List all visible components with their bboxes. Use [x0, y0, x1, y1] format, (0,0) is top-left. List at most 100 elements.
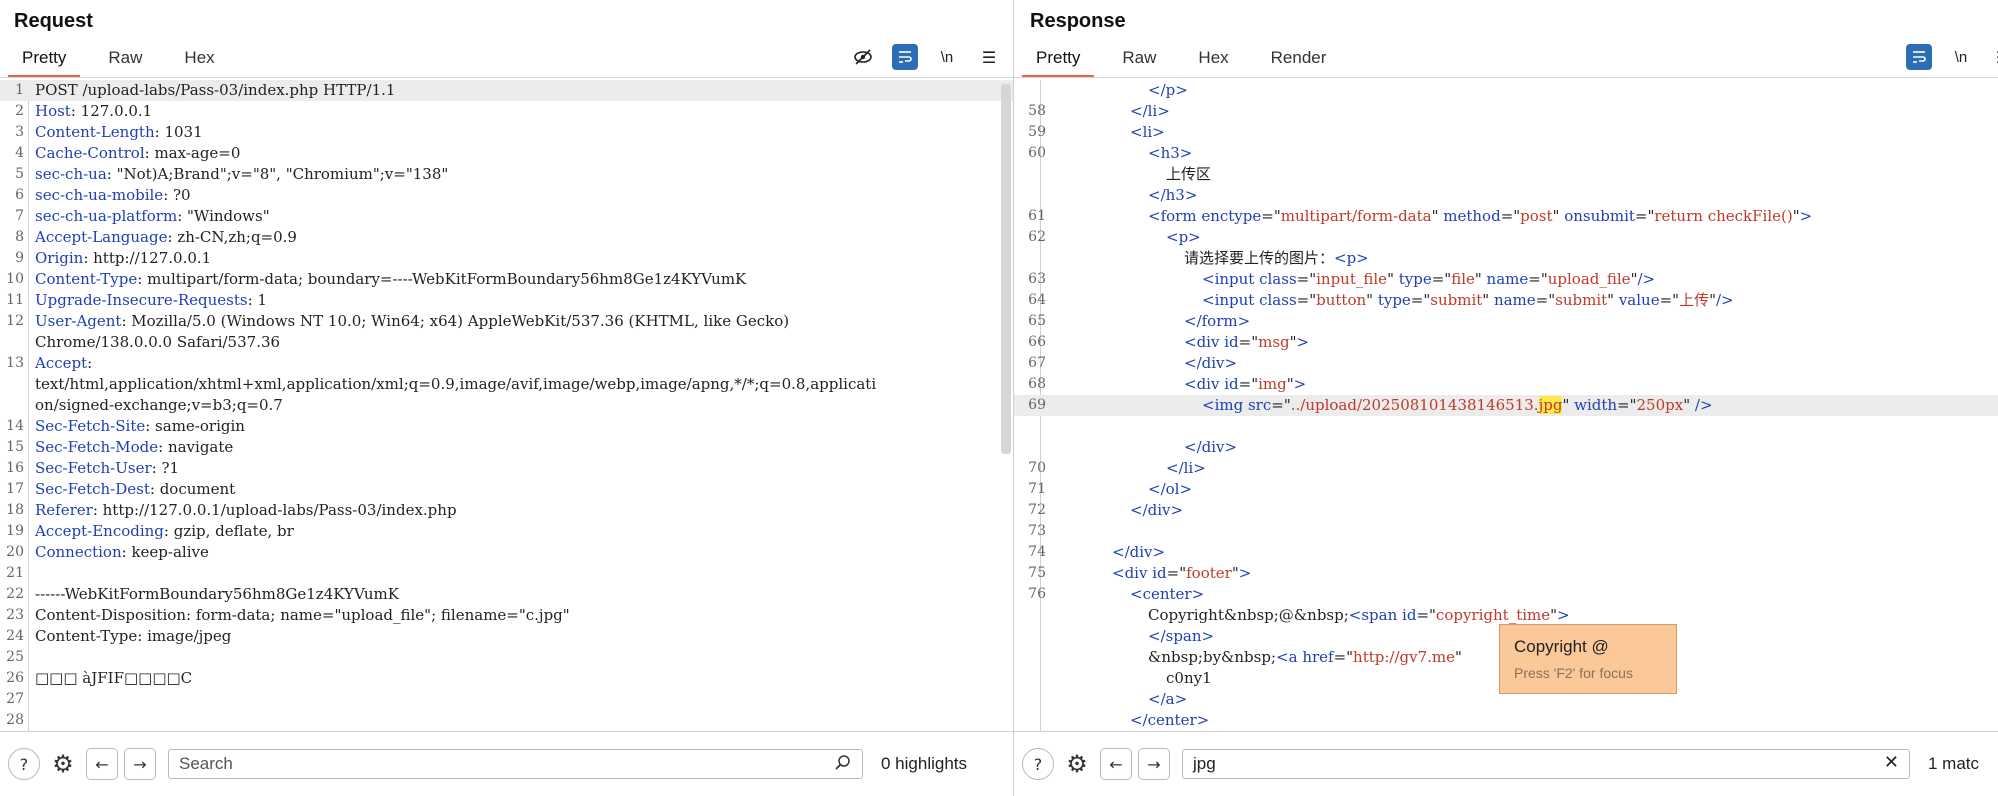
- line-text: </div>: [1112, 543, 1166, 561]
- request-line: 11 Upgrade-Insecure-Requests: 1: [0, 290, 1013, 311]
- line-number: 7: [15, 208, 24, 224]
- next-arrow-icon[interactable]: →: [124, 748, 156, 780]
- line-number: 72: [1028, 502, 1046, 518]
- response-line: 76 <center>: [1014, 584, 1998, 605]
- line-text: <div id="img">: [1184, 375, 1307, 393]
- menu-icon[interactable]: ☰: [1990, 44, 1998, 70]
- header-key: Sec-Fetch-Dest: [35, 480, 150, 498]
- response-line: </center>: [1014, 710, 1998, 731]
- header-value: : Mozilla/5.0 (Windows NT 10.0; Win64; x…: [121, 312, 790, 330]
- header-key: Accept-Encoding: [35, 522, 164, 540]
- word-wrap-icon[interactable]: [1906, 44, 1932, 70]
- settings-gear-icon[interactable]: ⚙: [48, 749, 78, 779]
- line-number: 11: [6, 292, 24, 308]
- line-number: 27: [6, 691, 24, 707]
- response-line: 73: [1014, 521, 1998, 542]
- response-line: 65 </form>: [1014, 311, 1998, 332]
- request-line: 6 sec-ch-ua-mobile: ?0: [0, 185, 1013, 206]
- request-line: on/signed-exchange;v=b3;q=0.7: [0, 395, 1013, 416]
- line-number: 61: [1028, 208, 1046, 224]
- request-tabs: Pretty Raw Hex: [8, 46, 243, 78]
- line-text: Content-Disposition: form-data; name="up…: [35, 606, 570, 624]
- line-text: ------WebKitFormBoundary56hm8Ge1z4KYVumK: [35, 585, 399, 603]
- newline-toggle-icon[interactable]: \n: [934, 44, 960, 70]
- line-text: Content-Length: 1031: [35, 122, 203, 143]
- header-key: Sec-Fetch-Mode: [35, 438, 159, 456]
- header-value: : ?1: [151, 459, 180, 477]
- response-tab-render[interactable]: Render: [1257, 46, 1341, 74]
- response-search-input[interactable]: jpg ✕: [1182, 749, 1910, 779]
- line-number: 23: [6, 607, 24, 623]
- request-line: 19 Accept-Encoding: gzip, deflate, br: [0, 521, 1013, 542]
- request-line: 17 Sec-Fetch-Dest: document: [0, 479, 1013, 500]
- word-wrap-icon[interactable]: [892, 44, 918, 70]
- line-text: Upgrade-Insecure-Requests: 1: [35, 290, 267, 311]
- line-number: 8: [15, 229, 24, 245]
- line-text: Content-Type: image/jpeg: [35, 627, 232, 645]
- request-tab-pretty[interactable]: Pretty: [8, 46, 81, 78]
- tooltip-title: Copyright @: [1514, 637, 1609, 656]
- line-text: on/signed-exchange;v=b3;q=0.7: [35, 396, 283, 414]
- response-line: Copyright&nbsp;@&nbsp;<span id="copyrigh…: [1014, 605, 1998, 626]
- previous-arrow-icon[interactable]: ←: [86, 748, 118, 780]
- help-icon[interactable]: ?: [1022, 748, 1054, 780]
- clear-search-icon[interactable]: ✕: [1884, 752, 1899, 773]
- line-text: <center>: [1130, 585, 1205, 603]
- line-text: </a>: [1148, 690, 1188, 708]
- header-value: : http://127.0.0.1/upload-labs/Pass-03/i…: [92, 501, 457, 519]
- header-value: : ?0: [163, 186, 191, 204]
- settings-gear-icon[interactable]: ⚙: [1062, 749, 1092, 779]
- request-tab-hex[interactable]: Hex: [170, 46, 228, 74]
- header-key: Upgrade-Insecure-Requests: [35, 291, 248, 309]
- response-line: 74 </div>: [1014, 542, 1998, 563]
- request-tab-raw[interactable]: Raw: [94, 46, 156, 74]
- response-tab-pretty[interactable]: Pretty: [1022, 46, 1095, 78]
- response-line: 63 <input class="input_file" type="file" …: [1014, 269, 1998, 290]
- header-value: : same-origin: [145, 417, 245, 435]
- menu-icon[interactable]: ☰: [976, 44, 1002, 70]
- newline-toggle-icon[interactable]: \n: [1948, 44, 1974, 70]
- request-scrollbar[interactable]: [1001, 84, 1011, 454]
- line-number: 66: [1028, 334, 1046, 350]
- request-editor[interactable]: 1 POST /upload-labs/Pass-03/index.php HTT…: [0, 80, 1013, 732]
- line-text: sec-ch-ua-mobile: ?0: [35, 185, 191, 206]
- response-matches-count: 1 matc: [1928, 754, 1980, 773]
- help-icon[interactable]: ?: [8, 748, 40, 780]
- hide-nonprintable-icon[interactable]: [850, 44, 876, 70]
- header-value: : gzip, deflate, br: [163, 522, 294, 540]
- line-number: 10: [6, 271, 24, 287]
- line-text: <li>: [1130, 123, 1165, 141]
- header-key: Accept-Language: [35, 228, 168, 246]
- line-text: <form enctype="multipart/form-data" meth…: [1148, 207, 1813, 225]
- next-arrow-icon[interactable]: →: [1138, 748, 1170, 780]
- request-line: 3 Content-Length: 1031: [0, 122, 1013, 143]
- line-text: c0ny1: [1166, 669, 1212, 687]
- request-line: 25: [0, 647, 1013, 668]
- request-line: 13 Accept:: [0, 353, 1013, 374]
- request-line: 28: [0, 710, 1013, 731]
- response-title: Response: [1030, 10, 1126, 32]
- request-search-input[interactable]: Search: [168, 749, 863, 779]
- line-number: 64: [1028, 292, 1046, 308]
- line-number: 58: [1028, 103, 1046, 119]
- line-text: Host: 127.0.0.1: [35, 101, 152, 122]
- response-line: </div>: [1014, 437, 1998, 458]
- header-key: Content-Length: [35, 123, 155, 141]
- response-line: 60 <h3>: [1014, 143, 1998, 164]
- response-tab-hex[interactable]: Hex: [1184, 46, 1242, 74]
- request-line: 4 Cache-Control: max-age=0: [0, 143, 1013, 164]
- line-text: <input class="button" type="submit" name…: [1202, 291, 1734, 309]
- previous-arrow-icon[interactable]: ←: [1100, 748, 1132, 780]
- response-tab-raw[interactable]: Raw: [1108, 46, 1170, 74]
- line-number: 63: [1028, 271, 1046, 287]
- line-number: 28: [6, 712, 24, 728]
- line-text: POST /upload-labs/Pass-03/index.php HTTP…: [35, 81, 396, 99]
- line-text: </li>: [1166, 459, 1206, 477]
- response-line: 71 </ol>: [1014, 479, 1998, 500]
- line-number: 26: [6, 670, 24, 686]
- response-line: </h3>: [1014, 185, 1998, 206]
- header-key: sec-ch-ua-mobile: [35, 186, 164, 204]
- request-line: 21: [0, 563, 1013, 584]
- line-number: 6: [15, 187, 24, 203]
- line-number: 13: [6, 355, 24, 371]
